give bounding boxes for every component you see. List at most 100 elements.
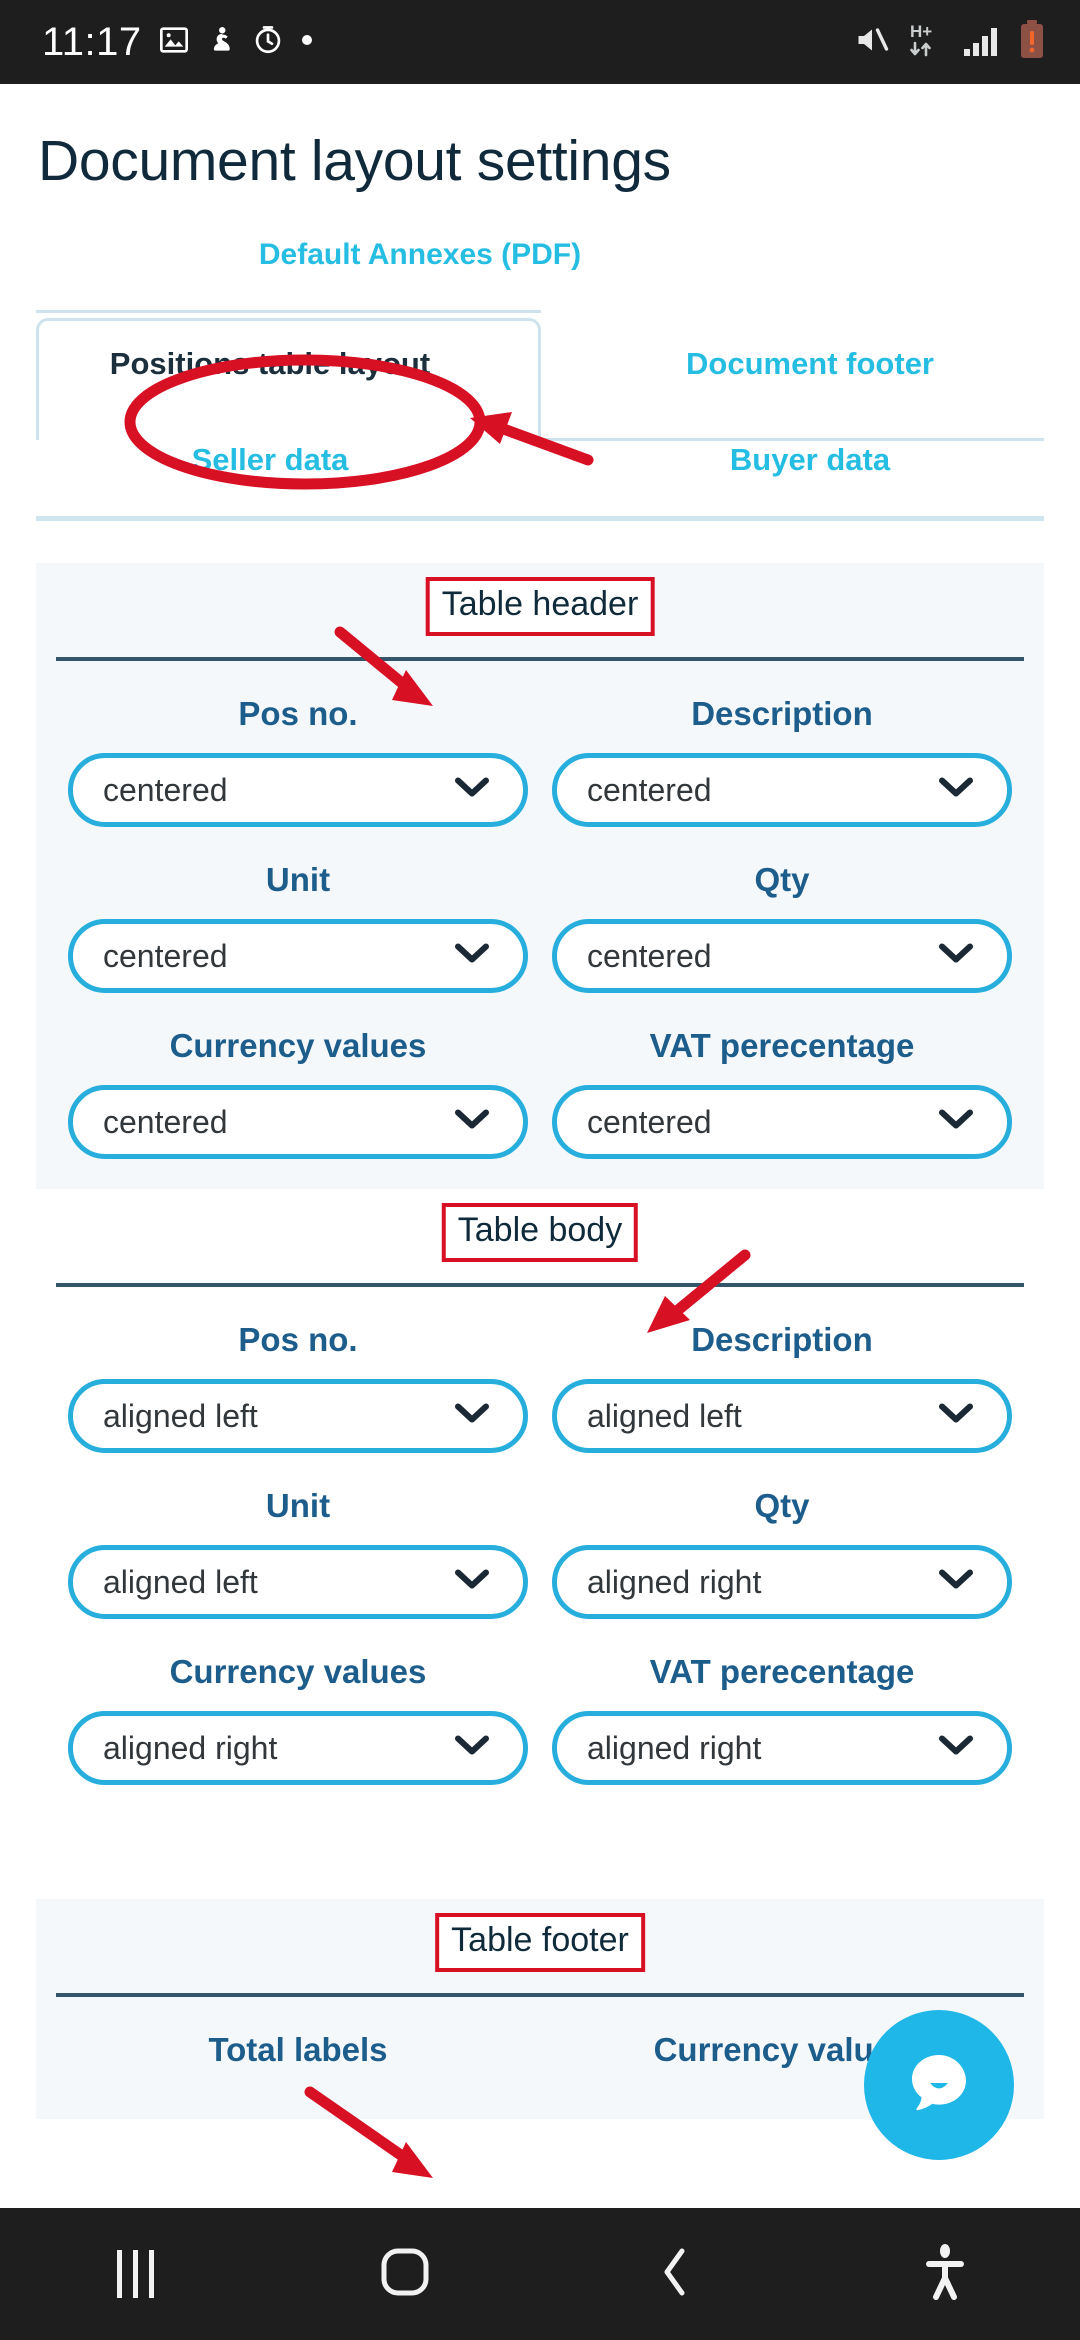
tab-bar: Positions table layout Document footer S… bbox=[0, 310, 1080, 521]
field-body-pos-no-label: Pos no. bbox=[238, 1321, 358, 1358]
select-header-pos-no-value: centered bbox=[103, 771, 228, 808]
select-header-vat-percentage[interactable]: centered bbox=[552, 1085, 1012, 1159]
select-body-currency-values-value: aligned right bbox=[103, 1729, 278, 1766]
select-header-unit[interactable]: centered bbox=[68, 919, 528, 993]
recents-icon bbox=[116, 2250, 154, 2298]
select-header-qty-value: centered bbox=[587, 937, 712, 974]
alarm-icon bbox=[252, 24, 284, 61]
battery-warning-icon bbox=[1018, 19, 1046, 66]
field-header-qty-label: Qty bbox=[754, 861, 810, 898]
field-footer-total-labels-label: Total labels bbox=[208, 2031, 388, 2068]
nav-back-button[interactable] bbox=[540, 2244, 810, 2305]
nav-recents-button[interactable] bbox=[0, 2250, 270, 2298]
select-body-description-value: aligned left bbox=[587, 1397, 742, 1434]
section-table-body-title: Table body bbox=[441, 1203, 639, 1262]
field-body-pos-no: Pos no. aligned left bbox=[56, 1287, 540, 1453]
tab-row-primary: Positions table layout Document footer bbox=[0, 310, 1080, 441]
select-body-unit[interactable]: aligned left bbox=[68, 1545, 528, 1619]
mute-icon bbox=[852, 23, 892, 62]
select-body-qty[interactable]: aligned right bbox=[552, 1545, 1012, 1619]
figure-icon bbox=[206, 24, 236, 61]
select-header-currency-values-value: centered bbox=[103, 1103, 228, 1140]
tab-seller-data[interactable]: Seller data bbox=[0, 416, 540, 508]
field-header-vat-percentage: VAT perecentage centered bbox=[540, 993, 1024, 1159]
tab-seller-data-label: Seller data bbox=[191, 442, 349, 477]
select-header-pos-no[interactable]: centered bbox=[68, 753, 528, 827]
chevron-down-icon bbox=[939, 1569, 973, 1596]
field-body-description: Description aligned left bbox=[540, 1287, 1024, 1453]
select-header-description-value: centered bbox=[587, 771, 712, 808]
field-body-currency-values: Currency values aligned right bbox=[56, 1619, 540, 1785]
select-body-vat-percentage[interactable]: aligned right bbox=[552, 1711, 1012, 1785]
section-table-body-title-row: Table body bbox=[36, 1189, 1044, 1283]
field-header-description-label: Description bbox=[691, 695, 873, 732]
hplus-data-icon: H+ bbox=[906, 19, 948, 66]
section-table-body-fields: Pos no. aligned left Description aligned… bbox=[36, 1287, 1044, 1785]
chevron-down-icon bbox=[939, 943, 973, 970]
chevron-down-icon bbox=[939, 1109, 973, 1136]
back-icon bbox=[653, 2244, 697, 2305]
chevron-down-icon bbox=[455, 777, 489, 804]
default-annexes-pdf-link[interactable]: Default Annexes (PDF) bbox=[0, 238, 1080, 272]
select-body-unit-value: aligned left bbox=[103, 1563, 258, 1600]
select-header-description[interactable]: centered bbox=[552, 753, 1012, 827]
select-body-vat-percentage-value: aligned right bbox=[587, 1729, 762, 1766]
nav-accessibility-button[interactable] bbox=[810, 2242, 1080, 2307]
status-bar: 11:17 H+ bbox=[0, 0, 1080, 84]
chat-bubble-icon bbox=[897, 2041, 981, 2130]
field-body-description-label: Description bbox=[691, 1321, 873, 1358]
field-header-unit-label: Unit bbox=[265, 861, 331, 898]
select-header-unit-value: centered bbox=[103, 937, 228, 974]
dot-icon bbox=[300, 33, 314, 52]
tab-buyer-data-label: Buyer data bbox=[729, 442, 891, 477]
chevron-down-icon bbox=[939, 777, 973, 804]
field-header-description: Description centered bbox=[540, 661, 1024, 827]
section-table-footer-title-row: Table footer bbox=[36, 1899, 1044, 1993]
tab-positions-table-layout-label: Positions table layout bbox=[109, 346, 431, 381]
chevron-down-icon bbox=[455, 943, 489, 970]
tab-positions-table-layout[interactable]: Positions table layout bbox=[0, 310, 540, 416]
select-header-qty[interactable]: centered bbox=[552, 919, 1012, 993]
signal-icon bbox=[962, 22, 1004, 63]
chevron-down-icon bbox=[455, 1735, 489, 1762]
field-footer-total-labels: Total labels bbox=[56, 1997, 540, 2089]
app-content: Document layout settings Default Annexes… bbox=[0, 84, 1080, 2208]
field-body-vat-percentage-label: VAT perecentage bbox=[649, 1653, 915, 1690]
field-header-pos-no-label: Pos no. bbox=[238, 695, 358, 732]
field-header-currency-values: Currency values centered bbox=[56, 993, 540, 1159]
page-title: Document layout settings bbox=[38, 129, 671, 193]
status-bar-clock: 11:17 bbox=[42, 19, 142, 64]
chevron-down-icon bbox=[455, 1569, 489, 1596]
chevron-down-icon bbox=[455, 1403, 489, 1430]
field-header-unit: Unit centered bbox=[56, 827, 540, 993]
home-icon bbox=[376, 2243, 434, 2306]
accessibility-icon bbox=[921, 2242, 969, 2307]
chat-button[interactable] bbox=[864, 2010, 1014, 2160]
field-body-currency-values-label: Currency values bbox=[169, 1653, 427, 1690]
field-header-vat-percentage-label: VAT perecentage bbox=[649, 1027, 915, 1064]
select-body-qty-value: aligned right bbox=[587, 1563, 762, 1600]
select-header-vat-percentage-value: centered bbox=[587, 1103, 712, 1140]
section-table-header: Table header Pos no. centered Descriptio… bbox=[36, 563, 1044, 1189]
tab-document-footer[interactable]: Document footer bbox=[540, 310, 1080, 416]
select-body-description[interactable]: aligned left bbox=[552, 1379, 1012, 1453]
field-body-qty: Qty aligned right bbox=[540, 1453, 1024, 1619]
nav-home-button[interactable] bbox=[270, 2243, 540, 2306]
field-body-qty-label: Qty bbox=[754, 1487, 810, 1524]
section-table-footer-title: Table footer bbox=[435, 1913, 645, 1972]
section-table-header-fields: Pos no. centered Description centered Un… bbox=[36, 661, 1044, 1159]
select-body-currency-values[interactable]: aligned right bbox=[68, 1711, 528, 1785]
field-body-unit: Unit aligned left bbox=[56, 1453, 540, 1619]
tab-buyer-data[interactable]: Buyer data bbox=[540, 416, 1080, 508]
select-header-currency-values[interactable]: centered bbox=[68, 1085, 528, 1159]
system-nav-bar bbox=[0, 2208, 1080, 2340]
tab-document-footer-label: Document footer bbox=[686, 346, 934, 381]
status-bar-left: 11:17 bbox=[42, 20, 314, 65]
field-body-unit-label: Unit bbox=[265, 1487, 331, 1524]
section-table-header-title: Table header bbox=[425, 577, 655, 636]
chevron-down-icon bbox=[939, 1403, 973, 1430]
select-body-pos-no-value: aligned left bbox=[103, 1397, 258, 1434]
select-body-pos-no[interactable]: aligned left bbox=[68, 1379, 528, 1453]
section-table-body: Table body Pos no. aligned left Descript… bbox=[36, 1189, 1044, 1815]
section-table-header-title-row: Table header bbox=[36, 563, 1044, 657]
